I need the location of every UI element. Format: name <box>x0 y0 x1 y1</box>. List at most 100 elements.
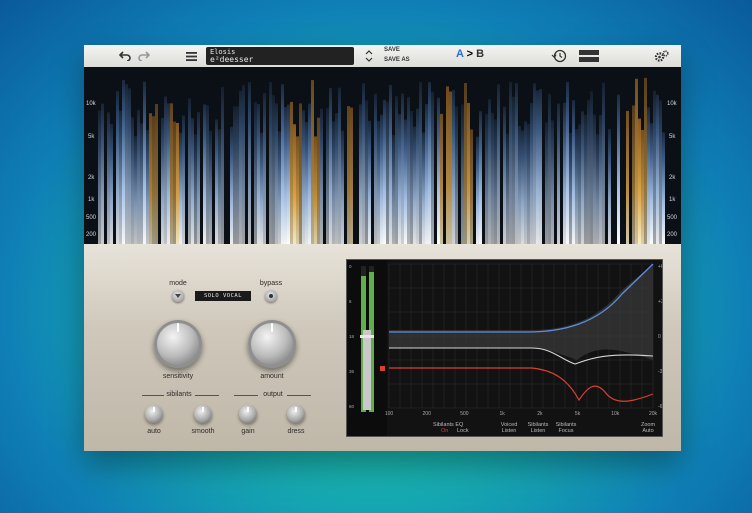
spectrogram-column <box>635 78 638 244</box>
spectrogram-display[interactable]: 10k 5k 2k 1k 500 200 10k 5k 2k 1k 500 20… <box>84 67 681 244</box>
eq-y-tick: +6 <box>658 264 662 270</box>
spectrogram-column <box>332 121 335 244</box>
dress-label: dress <box>287 428 305 435</box>
spectrogram-column <box>122 80 125 244</box>
spectrogram-column <box>383 99 386 244</box>
spectrogram-column <box>644 77 647 244</box>
a-button[interactable]: A <box>456 48 464 60</box>
b-button[interactable]: B <box>476 48 484 60</box>
ab-compare: A > B <box>456 48 484 60</box>
reduction-meter <box>363 330 371 410</box>
auto-label: auto <box>147 428 161 435</box>
spectrogram-column <box>449 91 452 244</box>
spectrogram-column <box>341 130 344 244</box>
spectrogram-column <box>527 123 530 244</box>
mode-button[interactable] <box>172 290 184 302</box>
spectrogram-column <box>173 121 176 244</box>
spectrogram-column <box>617 94 620 244</box>
freq-label: 2k <box>88 175 95 181</box>
spectrogram-column <box>632 105 635 244</box>
spectrogram-column <box>260 132 263 244</box>
spectrogram-column <box>572 100 575 244</box>
spectrogram-column <box>401 93 404 244</box>
voiced-listen-button[interactable]: Voiced Listen <box>497 422 521 434</box>
spectrogram-column <box>389 85 392 244</box>
spectrogram-column <box>377 120 380 244</box>
spectrogram-column <box>320 108 323 244</box>
eq-display[interactable]: 1002005001k2k5k10k20k+6+30-3-606183660 S… <box>346 259 664 437</box>
freq-label: 200 <box>86 232 97 238</box>
spectrogram-column <box>428 82 431 244</box>
spectrogram-column <box>179 132 182 244</box>
spectrogram-column <box>584 114 587 244</box>
spectrogram-column <box>425 103 428 244</box>
redo-arrow-icon[interactable] <box>137 45 151 67</box>
freq-label: 10k <box>86 101 96 107</box>
history-clock-icon[interactable] <box>550 45 568 67</box>
spectrogram-column <box>236 106 239 244</box>
spectrogram-column <box>155 104 158 244</box>
zoom-auto-button[interactable]: Zoom Auto <box>637 422 659 434</box>
eq-on-toggle[interactable]: On <box>441 428 448 434</box>
spectrogram-column <box>131 117 134 244</box>
eq-x-tick: 1k <box>500 411 506 417</box>
spectrogram-column <box>539 89 542 244</box>
spectrogram-column <box>128 88 131 244</box>
spectrogram-column <box>242 85 245 244</box>
spectrogram-column <box>461 104 464 244</box>
spectrogram-column <box>503 106 506 244</box>
mode-display[interactable]: SOLO VOCAL <box>195 291 251 301</box>
spectrogram-column <box>656 94 659 244</box>
spectrogram-column <box>140 123 143 244</box>
dress-knob[interactable] <box>287 405 305 423</box>
spectrogram-column <box>374 93 377 244</box>
save-as-button[interactable]: SAVE AS <box>384 57 410 63</box>
spectrogram-column <box>281 84 284 244</box>
sensitivity-knob[interactable] <box>154 320 202 368</box>
freq-label-right: 1k <box>669 197 676 203</box>
gain-knob[interactable] <box>239 405 257 423</box>
undo-arrow-icon[interactable] <box>118 45 132 67</box>
spectrogram-column <box>107 112 110 244</box>
spectrogram-column <box>191 118 194 244</box>
spectrogram-column <box>272 95 275 244</box>
spectrogram-column <box>530 102 533 244</box>
spectrogram-column <box>602 82 605 244</box>
gears-icon[interactable] <box>652 45 670 67</box>
spectrogram-column <box>452 89 455 244</box>
spectrogram-column <box>269 81 272 244</box>
layout-toggle-icon[interactable] <box>578 45 600 67</box>
spectrogram-column <box>518 126 521 244</box>
preset-display[interactable]: Elosis e²deesser <box>206 47 354 65</box>
spectrogram-column <box>263 93 266 244</box>
hamburger-menu-icon[interactable] <box>184 45 198 67</box>
spectrogram-column <box>521 130 524 244</box>
eq-curve-canvas: 1002005001k2k5k10k20k+6+30-3-606183660 <box>347 260 664 436</box>
spectrogram-column <box>437 97 440 244</box>
sibilants-listen-button[interactable]: Sibilants Listen <box>525 422 551 434</box>
spectrogram-column <box>485 113 488 244</box>
eq-lock-toggle[interactable]: Lock <box>457 428 469 434</box>
chevron-down-icon <box>175 294 181 298</box>
spectrogram-column <box>659 100 662 244</box>
spectrogram-column <box>662 132 665 244</box>
spectrogram-column <box>329 88 332 244</box>
smooth-knob[interactable] <box>194 405 212 423</box>
spectrogram-column <box>176 122 179 244</box>
spectrogram-column <box>161 117 164 244</box>
spectrogram-column <box>230 126 233 244</box>
spectrogram-column <box>392 134 395 244</box>
auto-knob[interactable] <box>145 405 163 423</box>
spectrogram-column <box>203 104 206 244</box>
divider <box>287 395 311 396</box>
eq-x-tick: 20k <box>649 411 658 417</box>
spectrogram-column <box>590 91 593 244</box>
bypass-button[interactable] <box>265 290 277 302</box>
save-button[interactable]: SAVE <box>384 47 400 53</box>
spectrogram-column <box>653 90 656 244</box>
spectrogram-column <box>608 129 611 244</box>
amount-knob[interactable] <box>248 320 296 368</box>
spectrogram-column <box>170 103 173 244</box>
preset-up-down-icon[interactable] <box>364 45 374 67</box>
sibilants-focus-button[interactable]: Sibilants Focus <box>553 422 579 434</box>
